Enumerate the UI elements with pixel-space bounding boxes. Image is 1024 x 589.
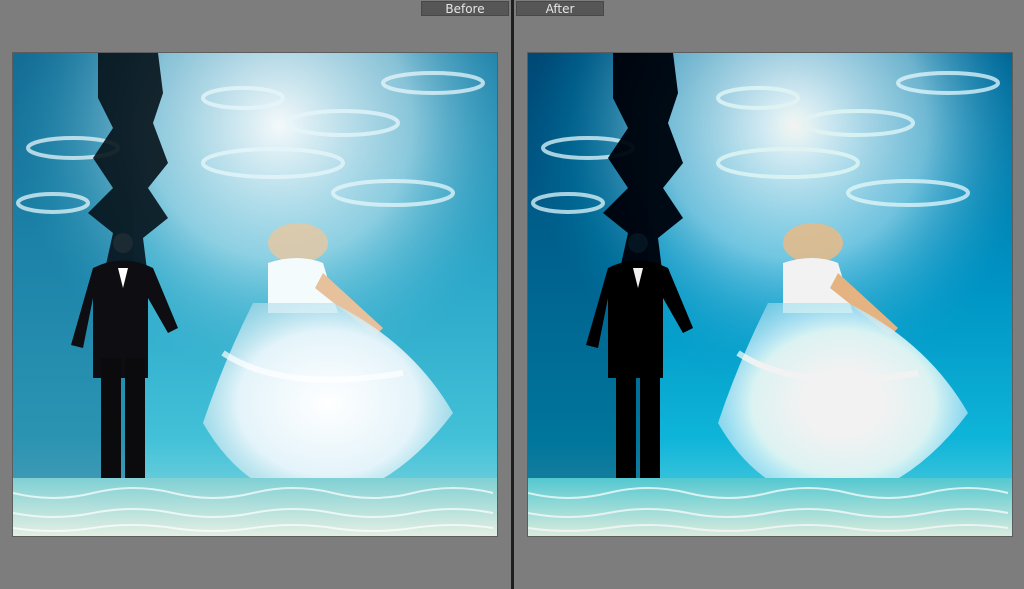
before-photo[interactable] (13, 53, 497, 536)
before-label[interactable]: Before (421, 1, 509, 16)
underwater-couple-image (528, 53, 1012, 536)
before-pane: Before (0, 0, 511, 589)
after-photo[interactable] (528, 53, 1012, 536)
after-pane: After (514, 0, 1024, 589)
after-label[interactable]: After (516, 1, 604, 16)
underwater-couple-image (13, 53, 497, 536)
before-after-compare-view: Before After (0, 0, 1024, 589)
